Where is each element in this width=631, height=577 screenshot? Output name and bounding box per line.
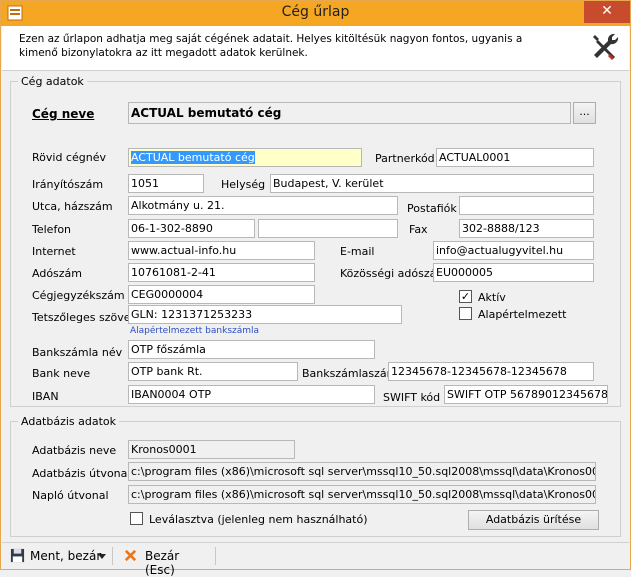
- toolbar-separator: [112, 547, 113, 565]
- swift-input[interactable]: SWIFT OTP 567890123456789012: [444, 385, 608, 404]
- bank-name-label: Bank neve: [32, 367, 91, 380]
- save-close-button[interactable]: Ment, bezár: [6, 546, 108, 566]
- partner-code-input[interactable]: ACTUAL0001: [436, 148, 594, 167]
- window-title: Cég űrlap: [281, 4, 350, 20]
- phone2-input[interactable]: [258, 219, 398, 238]
- internet-label: Internet: [32, 245, 76, 258]
- eu-tax-input[interactable]: EU000005: [433, 263, 594, 282]
- bank-acc-name-label: Bankszámla név: [32, 346, 123, 359]
- close-window-icon[interactable]: ✕: [584, 1, 630, 23]
- short-name-label: Rövid cégnév: [32, 151, 106, 164]
- reg-input[interactable]: CEG0000004: [128, 285, 315, 304]
- pobox-label: Postafiók: [407, 202, 457, 215]
- short-name-input[interactable]: ACTUAL bemutató cég: [128, 148, 362, 167]
- toolbar-separator: [215, 547, 216, 565]
- empty-database-button[interactable]: Adatbázis ürítése: [468, 510, 599, 530]
- db-path-field[interactable]: c:\program files (x86)\microsoft sql ser…: [128, 462, 596, 481]
- city-input[interactable]: Budapest, V. kerület: [270, 174, 594, 193]
- phone-input[interactable]: 06-1-302-8890: [128, 219, 255, 238]
- default-checkbox[interactable]: [459, 307, 472, 320]
- active-checkbox[interactable]: ✓: [459, 290, 472, 303]
- db-name-label: Adatbázis neve: [32, 444, 117, 457]
- street-label: Utca, házszám: [32, 200, 113, 213]
- company-data-legend: Cég adatok: [21, 75, 84, 88]
- email-input[interactable]: info@actualugyvitel.hu: [433, 241, 594, 260]
- company-name-browse-button[interactable]: ...: [573, 102, 596, 124]
- fax-input[interactable]: 302-8888/123: [459, 219, 594, 238]
- info-panel: Ezen az űrlapon adhatja meg saját cégéne…: [2, 26, 629, 71]
- company-name-label: Cég neve: [32, 107, 95, 121]
- bank-acc-no-input[interactable]: 12345678-12345678-12345678: [388, 362, 594, 381]
- floppy-save-icon: [10, 548, 25, 563]
- zip-input[interactable]: 1051: [128, 174, 204, 193]
- company-name-field[interactable]: ACTUAL bemutató cég: [128, 102, 571, 124]
- reg-label: Cégjegyzékszám: [32, 289, 125, 302]
- title-bar[interactable]: Cég űrlap ✕: [1, 1, 630, 26]
- zip-label: Irányítószám: [32, 178, 104, 191]
- email-label: E-mail: [340, 245, 375, 258]
- bank-acc-name-input[interactable]: OTP főszámla: [128, 340, 375, 359]
- db-name-field[interactable]: Kronos0001: [128, 440, 295, 459]
- tools-icon: [593, 33, 619, 61]
- eu-tax-label: Közösségi adószám: [340, 267, 448, 280]
- default-bank-link[interactable]: Alapértelmezett bankszámla: [130, 326, 259, 336]
- partner-code-label: Partnerkód: [375, 152, 435, 165]
- database-data-legend: Adatbázis adatok: [21, 415, 117, 428]
- log-path-field[interactable]: c:\program files (x86)\microsoft sql ser…: [128, 485, 596, 504]
- info-text: Ezen az űrlapon adhatja meg saját cégéne…: [19, 33, 523, 59]
- pobox-input[interactable]: [459, 196, 594, 215]
- bank-name-input[interactable]: OTP bank Rt.: [128, 362, 298, 381]
- default-label: Alapértelmezett: [478, 308, 567, 321]
- detached-label: Leválasztva (jelenleg nem használható): [149, 513, 368, 526]
- close-label: Bezár (Esc): [145, 549, 180, 577]
- any-text-input[interactable]: GLN: 1231371253233: [128, 305, 402, 324]
- iban-input[interactable]: IBAN0004 OTP: [128, 385, 375, 404]
- swift-label: SWIFT kód: [383, 391, 441, 404]
- close-button[interactable]: Bezár (Esc): [120, 546, 210, 577]
- tax-label: Adószám: [32, 267, 83, 280]
- tax-input[interactable]: 10761081-2-41: [128, 263, 315, 282]
- phone-label: Telefon: [32, 223, 72, 236]
- log-path-label: Napló útvonal: [32, 489, 109, 502]
- city-label: Helység: [221, 178, 266, 191]
- street-input[interactable]: Alkotmány u. 21.: [128, 196, 398, 215]
- dropdown-arrow-icon[interactable]: [98, 554, 106, 559]
- internet-input[interactable]: www.actual-info.hu: [128, 241, 315, 260]
- bottom-toolbar: Ment, bezár Bezár (Esc): [2, 542, 629, 577]
- detached-checkbox[interactable]: [130, 512, 143, 525]
- active-label: Aktív: [478, 291, 506, 304]
- fax-label: Fax: [409, 223, 428, 236]
- any-text-label: Tetszőleges szöveg: [32, 311, 138, 324]
- close-x-icon: [124, 549, 137, 562]
- save-close-label: Ment, bezár: [30, 549, 102, 563]
- db-path-label: Adatbázis útvonal: [32, 467, 131, 480]
- company-form-window: Cég űrlap ✕ Ezen az űrlapon adhatja meg …: [0, 0, 631, 577]
- iban-label: IBAN: [32, 390, 59, 403]
- bank-acc-no-label: Bankszámlaszám: [302, 367, 398, 380]
